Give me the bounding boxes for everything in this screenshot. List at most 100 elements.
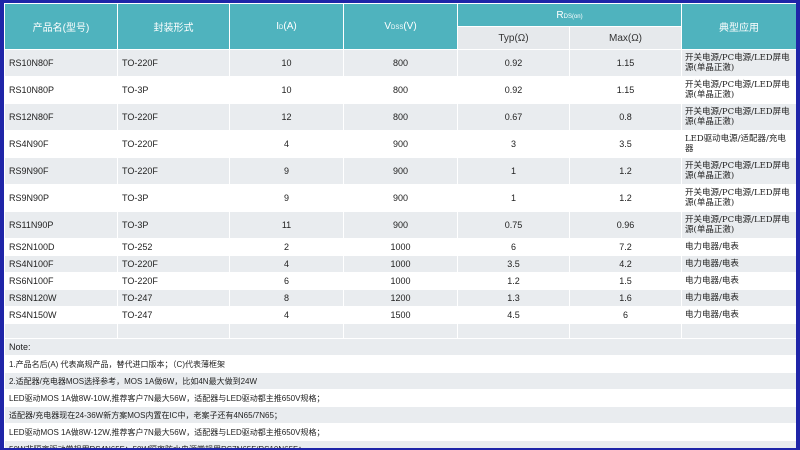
cell-typ: 6 <box>457 238 570 256</box>
note-text: 适配器/充电器现在24-36W新方案MOS内置在IC中，老案子还有4N65/7N… <box>4 406 796 424</box>
cell-application: LED驱动电源/适配器/充电器 <box>681 130 796 158</box>
cell-typ: 1.2 <box>457 272 570 290</box>
cell-max: 1.2 <box>569 184 682 212</box>
cell-vdss: 900 <box>343 157 458 185</box>
header-product-name: 产品名(型号) <box>4 3 118 50</box>
cell-package: TO-220F <box>117 49 230 77</box>
header-rds-on: RDS(on) <box>457 3 682 27</box>
cell-max: 1.15 <box>569 49 682 77</box>
cell-application: 电力电器/电表 <box>681 255 796 273</box>
cell-product-name: RS10N80P <box>4 76 118 104</box>
cell-max: 1.2 <box>569 157 682 185</box>
cell-application: 开关电源/PC电源/LED屏电源(单晶正激) <box>681 76 796 104</box>
cell-package: TO-3P <box>117 76 230 104</box>
cell-typ: 0.67 <box>457 103 570 131</box>
cell-typ: 1 <box>457 157 570 185</box>
note-row: 50W非隔离驱动常规用RS4N65F；50W隔离防水电源常规用RS7N65F/R… <box>4 440 796 448</box>
cell-product-name: RS12N80F <box>4 103 118 131</box>
cell-application: 电力电器/电表 <box>681 238 796 256</box>
table-row: RS10N80P TO-3P 10 800 0.92 1.15 开关电源/PC电源/LED屏… <box>4 76 796 104</box>
cell-id: 4 <box>229 306 344 324</box>
note-row: LED驱动MOS 1A做8W-12W,推荐客户7N最大56W，适配器与LED驱动… <box>4 423 796 441</box>
cell-vdss: 800 <box>343 103 458 131</box>
cell-vdss: 900 <box>343 184 458 212</box>
cell-product-name: RS8N120W <box>4 289 118 307</box>
cell-product-name: RS10N80F <box>4 49 118 77</box>
cell-package: TO-3P <box>117 211 230 239</box>
cell-max: 4.2 <box>569 255 682 273</box>
cell-package: TO-3P <box>117 184 230 212</box>
cell-max: 6 <box>569 306 682 324</box>
cell-id: 10 <box>229 76 344 104</box>
table-row: RS4N90F TO-220F 4 900 3 3.5 LED驱动电源/适配器/充电器 <box>4 130 796 158</box>
cell-max: 1.15 <box>569 76 682 104</box>
table-row: RS9N90P TO-3P 9 900 1 1.2 开关电源/PC电源/LED屏电源(单晶正… <box>4 184 796 212</box>
cell-id: 6 <box>229 272 344 290</box>
cell-application: 开关电源/PC电源/LED屏电源(单晶正激) <box>681 103 796 131</box>
header-max: Max(Ω) <box>569 26 682 50</box>
header-id: ID(A) <box>229 3 344 50</box>
notes-list: 1.产品名后(A) 代表高规产品，替代进口版本；（C)代表薄框架 2.适配器/充电… <box>4 355 796 448</box>
table-row: RS6N100F TO-220F 6 1000 1.2 1.5 电力电器/电表 <box>4 272 796 290</box>
cell-max: 1.6 <box>569 289 682 307</box>
table-body: RS10N80F TO-220F 10 800 0.92 1.15 开关电源/PC电源/LE… <box>4 49 796 324</box>
cell-max: 1.5 <box>569 272 682 290</box>
cell-vdss: 1500 <box>343 306 458 324</box>
note-row: 适配器/充电器现在24-36W新方案MOS内置在IC中，老案子还有4N65/7N… <box>4 406 796 424</box>
cell-application: 电力电器/电表 <box>681 306 796 324</box>
cell-product-name: RS4N90F <box>4 130 118 158</box>
table-row: RS11N90P TO-3P 11 900 0.75 0.96 开关电源/PC电源/LED屏… <box>4 211 796 239</box>
cell-package: TO-220F <box>117 272 230 290</box>
cell-product-name: RS11N90P <box>4 211 118 239</box>
table-row: RS10N80F TO-220F 10 800 0.92 1.15 开关电源/PC电源/LE… <box>4 49 796 77</box>
cell-vdss: 800 <box>343 76 458 104</box>
cell-application: 电力电器/电表 <box>681 289 796 307</box>
cell-id: 10 <box>229 49 344 77</box>
spacer-rows <box>4 323 796 339</box>
cell-typ: 3.5 <box>457 255 570 273</box>
cell-package: TO-220F <box>117 103 230 131</box>
cell-product-name: RS9N90P <box>4 184 118 212</box>
note-header: Note: <box>4 338 796 356</box>
cell-id: 8 <box>229 289 344 307</box>
table-row: RS4N150W TO-247 4 1500 4.5 6 电力电器/电表 <box>4 306 796 324</box>
cell-max: 7.2 <box>569 238 682 256</box>
cell-max: 3.5 <box>569 130 682 158</box>
cell-typ: 0.75 <box>457 211 570 239</box>
table-header: 产品名(型号) 封装形式 ID(A) VDSS(V) RDS(on) 典型应用 … <box>4 3 796 50</box>
cell-typ: 4.5 <box>457 306 570 324</box>
cell-max: 0.96 <box>569 211 682 239</box>
cell-vdss: 800 <box>343 49 458 77</box>
cell-package: TO-220F <box>117 157 230 185</box>
cell-vdss: 900 <box>343 211 458 239</box>
table-row: RS2N100D TO-252 2 1000 6 7.2 电力电器/电表 <box>4 238 796 256</box>
cell-id: 9 <box>229 184 344 212</box>
cell-id: 2 <box>229 238 344 256</box>
cell-vdss: 1000 <box>343 272 458 290</box>
cell-vdss: 1200 <box>343 289 458 307</box>
cell-product-name: RS9N90F <box>4 157 118 185</box>
header-typ: Typ(Ω) <box>457 26 570 50</box>
cell-application: 电力电器/电表 <box>681 272 796 290</box>
cell-application: 开关电源/PC电源/LED屏电源(单晶正激) <box>681 49 796 77</box>
table-row: RS8N120W TO-247 8 1200 1.3 1.6 电力电器/电表 <box>4 289 796 307</box>
cell-package: TO-247 <box>117 306 230 324</box>
note-text: 50W非隔离驱动常规用RS4N65F；50W隔离防水电源常规用RS7N65F/R… <box>4 440 796 448</box>
cell-id: 9 <box>229 157 344 185</box>
cell-product-name: RS2N100D <box>4 238 118 256</box>
note-text: LED驱动MOS 1A做8W-12W,推荐客户7N最大56W，适配器与LED驱动… <box>4 423 796 441</box>
header-package: 封装形式 <box>117 3 230 50</box>
cell-vdss: 900 <box>343 130 458 158</box>
cell-id: 4 <box>229 130 344 158</box>
cell-vdss: 1000 <box>343 255 458 273</box>
cell-typ: 1 <box>457 184 570 212</box>
cell-package: TO-247 <box>117 289 230 307</box>
table-row: RS4N100F TO-220F 4 1000 3.5 4.2 电力电器/电表 <box>4 255 796 273</box>
header-vdss: VDSS(V) <box>343 3 458 50</box>
cell-id: 11 <box>229 211 344 239</box>
note-row: 2.适配器/充电器MOS选择参考，MOS 1A做6W，比如4N最大做到24W <box>4 372 796 390</box>
slide: 产品名(型号) 封装形式 ID(A) VDSS(V) RDS(on) 典型应用 … <box>4 3 796 448</box>
cell-typ: 1.3 <box>457 289 570 307</box>
cell-application: 开关电源/PC电源/LED屏电源(单晶正激) <box>681 211 796 239</box>
cell-application: 开关电源/PC电源/LED屏电源(单晶正激) <box>681 157 796 185</box>
